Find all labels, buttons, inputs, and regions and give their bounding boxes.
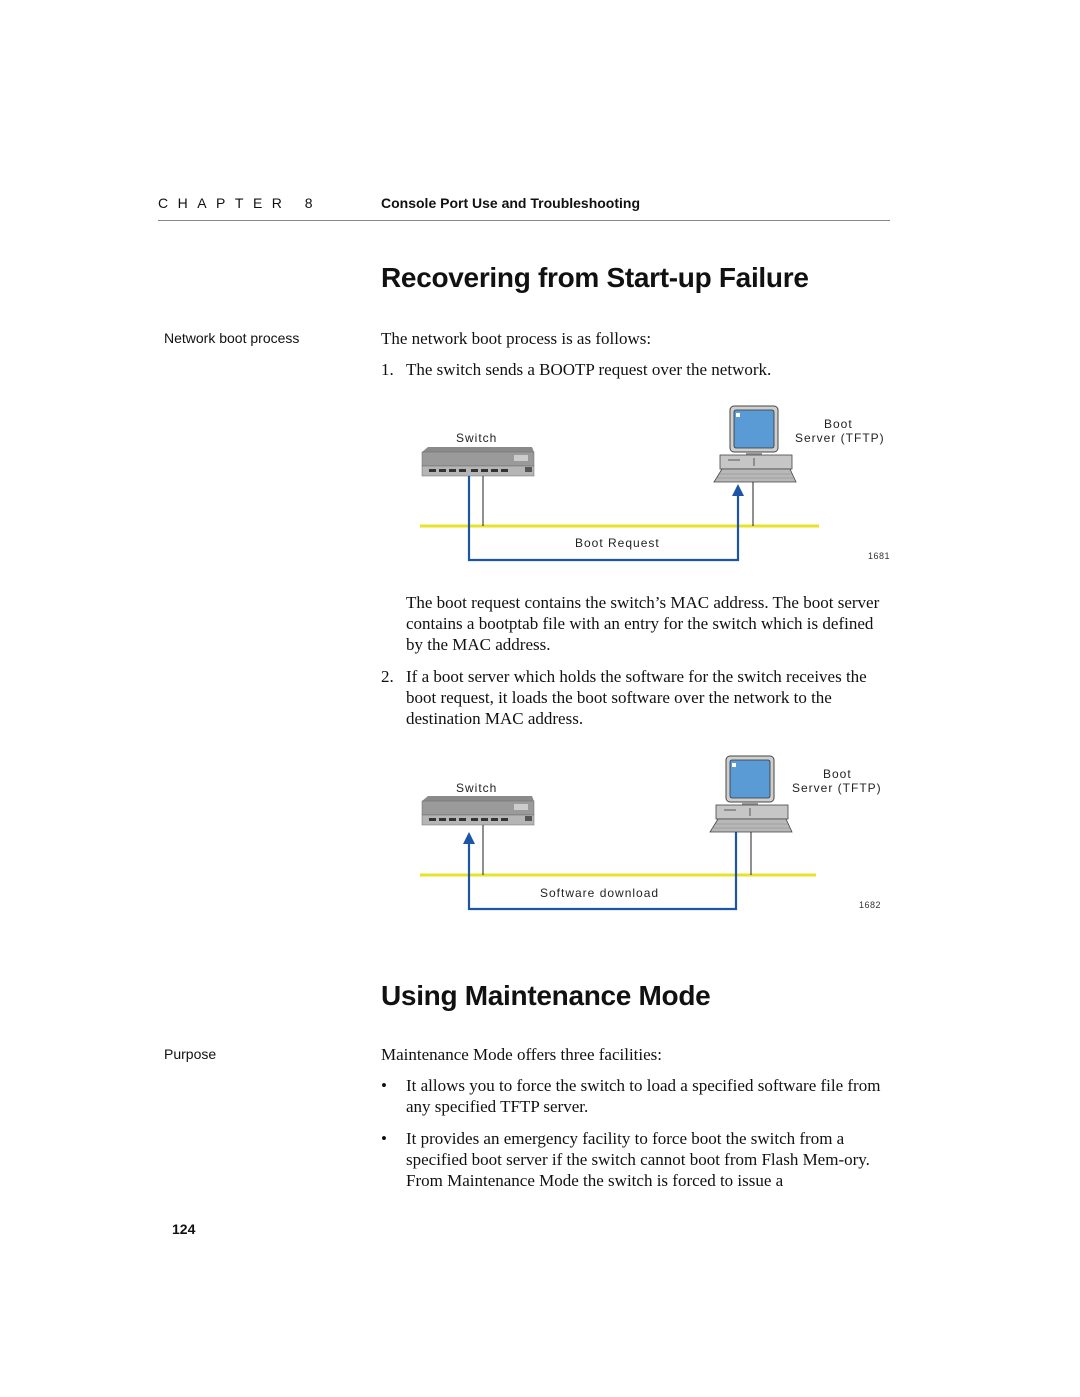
switch-icon (421, 796, 535, 826)
side-label-network-boot: Network boot process (164, 330, 300, 346)
bullet-text: It allows you to force the switch to loa… (406, 1076, 881, 1116)
arrow-up-icon (463, 832, 475, 844)
switch-label: Switch (456, 781, 497, 795)
step-2: 2. If a boot server which holds the soft… (381, 666, 891, 729)
section-heading-recovering: Recovering from Start-up Failure (381, 262, 809, 293)
page-number: 124 (172, 1221, 196, 1237)
arrow-up-icon (732, 484, 744, 496)
step-number: 2. (381, 667, 394, 686)
figure-number: 1681 (868, 551, 890, 561)
switch-label: Switch (456, 431, 497, 445)
step-text: The switch sends a BOOTP request over th… (406, 360, 772, 379)
server-computer-icon (709, 755, 793, 833)
section-heading-maintenance: Using Maintenance Mode (381, 980, 711, 1011)
intro-text: The network boot process is as follows: (381, 329, 652, 348)
bullet-item: • It provides an emergency facility to f… (381, 1128, 891, 1191)
flow-label: Boot Request (575, 536, 660, 550)
chapter-title: Console Port Use and Troubleshooting (381, 195, 641, 211)
side-label-purpose: Purpose (164, 1046, 217, 1062)
step-number: 1. (381, 360, 394, 379)
bullet-item: • It allows you to force the switch to l… (381, 1075, 891, 1117)
server-label-line1: Boot (824, 417, 853, 431)
bullet-text: It provides an emergency facility to for… (406, 1129, 870, 1190)
switch-icon (421, 447, 535, 477)
step-1: 1. The switch sends a BOOTP request over… (381, 359, 891, 380)
flow-label: Software download (540, 886, 659, 900)
figure-software-download: Switch Boot Server (TFTP) Software downl… (420, 755, 882, 911)
figure-boot-request: Switch Boot Server (TFTP) Boot Request 1… (420, 405, 890, 562)
server-label-line1: Boot (823, 767, 852, 781)
step-text: If a boot server which holds the softwar… (406, 667, 867, 728)
bullet-icon: • (381, 1076, 387, 1095)
maintenance-intro: Maintenance Mode offers three facilities… (381, 1045, 663, 1064)
bullet-icon: • (381, 1129, 387, 1148)
figure-number: 1682 (859, 900, 881, 910)
chapter-label: CHAPTER 8 (158, 195, 323, 211)
server-label-line2: Server (TFTP) (792, 781, 882, 795)
server-computer-icon (713, 405, 797, 483)
paragraph-boot-request: The boot request contains the switch’s M… (406, 593, 880, 654)
header-divider (158, 220, 890, 221)
server-label-line2: Server (TFTP) (795, 431, 885, 445)
